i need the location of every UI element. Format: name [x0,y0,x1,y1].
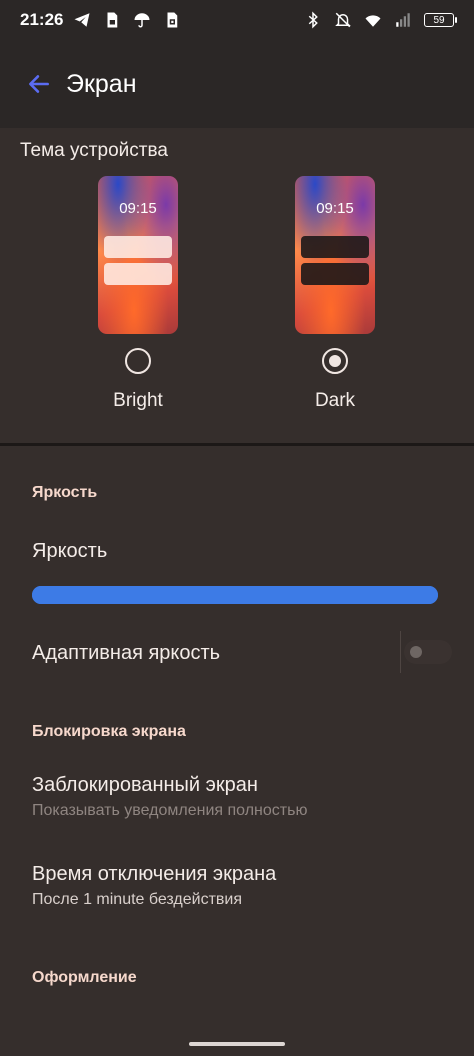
screen-timeout-title[interactable]: Время отключения экрана [32,863,276,886]
locked-screen-subtitle: Показывать уведомления полностью [32,802,308,819]
theme-label-dark: Dark [314,390,356,411]
status-icons-right: 59 [304,11,457,29]
sim-icon [107,12,118,28]
back-button[interactable] [22,67,56,101]
status-time: 21:26 [20,10,64,29]
theme-option-dark[interactable]: 09:15 Dark [275,176,395,412]
status-icons-left [73,11,181,29]
theme-preview-dark[interactable]: 09:15 [295,176,375,334]
battery-indicator: 59 [424,13,457,27]
locked-screen-title[interactable]: Заблокированный экран [32,774,258,797]
preview-card [301,263,369,285]
preview-card [104,236,172,258]
radio-dark[interactable] [322,348,348,374]
sim-card-icon [167,12,178,28]
theme-section: Тема устройства 09:15 Bright 09:15 Dark [0,128,474,444]
preview-time: 09:15 [119,200,157,217]
switch-divider [400,631,401,673]
radio-dot [329,355,341,367]
theme-option-bright[interactable]: 09:15 Bright [78,176,198,412]
brightness-slider-fill [32,586,438,604]
theme-label-bright: Bright [113,390,163,411]
signal-icon [396,13,410,27]
bluetooth-icon [308,11,318,29]
navigation-handle[interactable] [189,1042,285,1046]
list-item-partial [32,1018,192,1028]
wifi-3g-icon [365,15,381,27]
toggle-knob [410,646,422,658]
section-divider [0,443,474,446]
preview-time: 09:15 [316,200,354,217]
umbrella-icon [134,13,150,28]
radio-bright[interactable] [125,348,151,374]
theme-title: Тема устройства [20,140,168,161]
brightness-header: Яркость [32,484,98,501]
bell-off-icon [335,12,351,28]
preview-card [104,263,172,285]
theme-preview-bright[interactable]: 09:15 [98,176,178,334]
brightness-label: Яркость [32,540,108,562]
appearance-header: Оформление [32,969,137,986]
status-bar: 21:26 59 [0,0,474,40]
preview-card [301,236,369,258]
adaptive-brightness-toggle[interactable] [404,640,452,664]
arrow-back-icon [29,75,49,93]
lock-screen-header: Блокировка экрана [32,723,186,740]
brightness-slider[interactable] [32,586,438,604]
telegram-icon [74,13,90,27]
page-title: Экран [66,69,137,98]
app-bar: Экран [0,40,474,128]
screen-timeout-subtitle: После 1 minute бездействия [32,891,243,908]
adaptive-brightness-label[interactable]: Адаптивная яркость [32,642,220,665]
